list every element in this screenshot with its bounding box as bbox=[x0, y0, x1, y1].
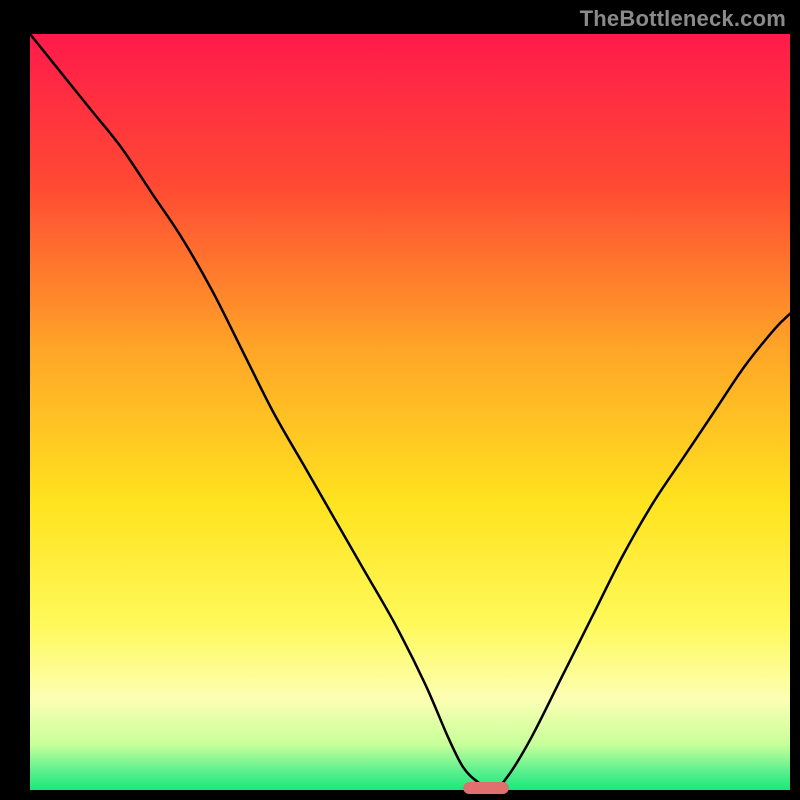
watermark-label: TheBottleneck.com bbox=[580, 6, 786, 32]
chart-container: TheBottleneck.com bbox=[0, 0, 800, 800]
bottleneck-chart bbox=[0, 0, 800, 800]
gradient-background bbox=[30, 34, 790, 790]
optimal-marker bbox=[463, 782, 509, 794]
